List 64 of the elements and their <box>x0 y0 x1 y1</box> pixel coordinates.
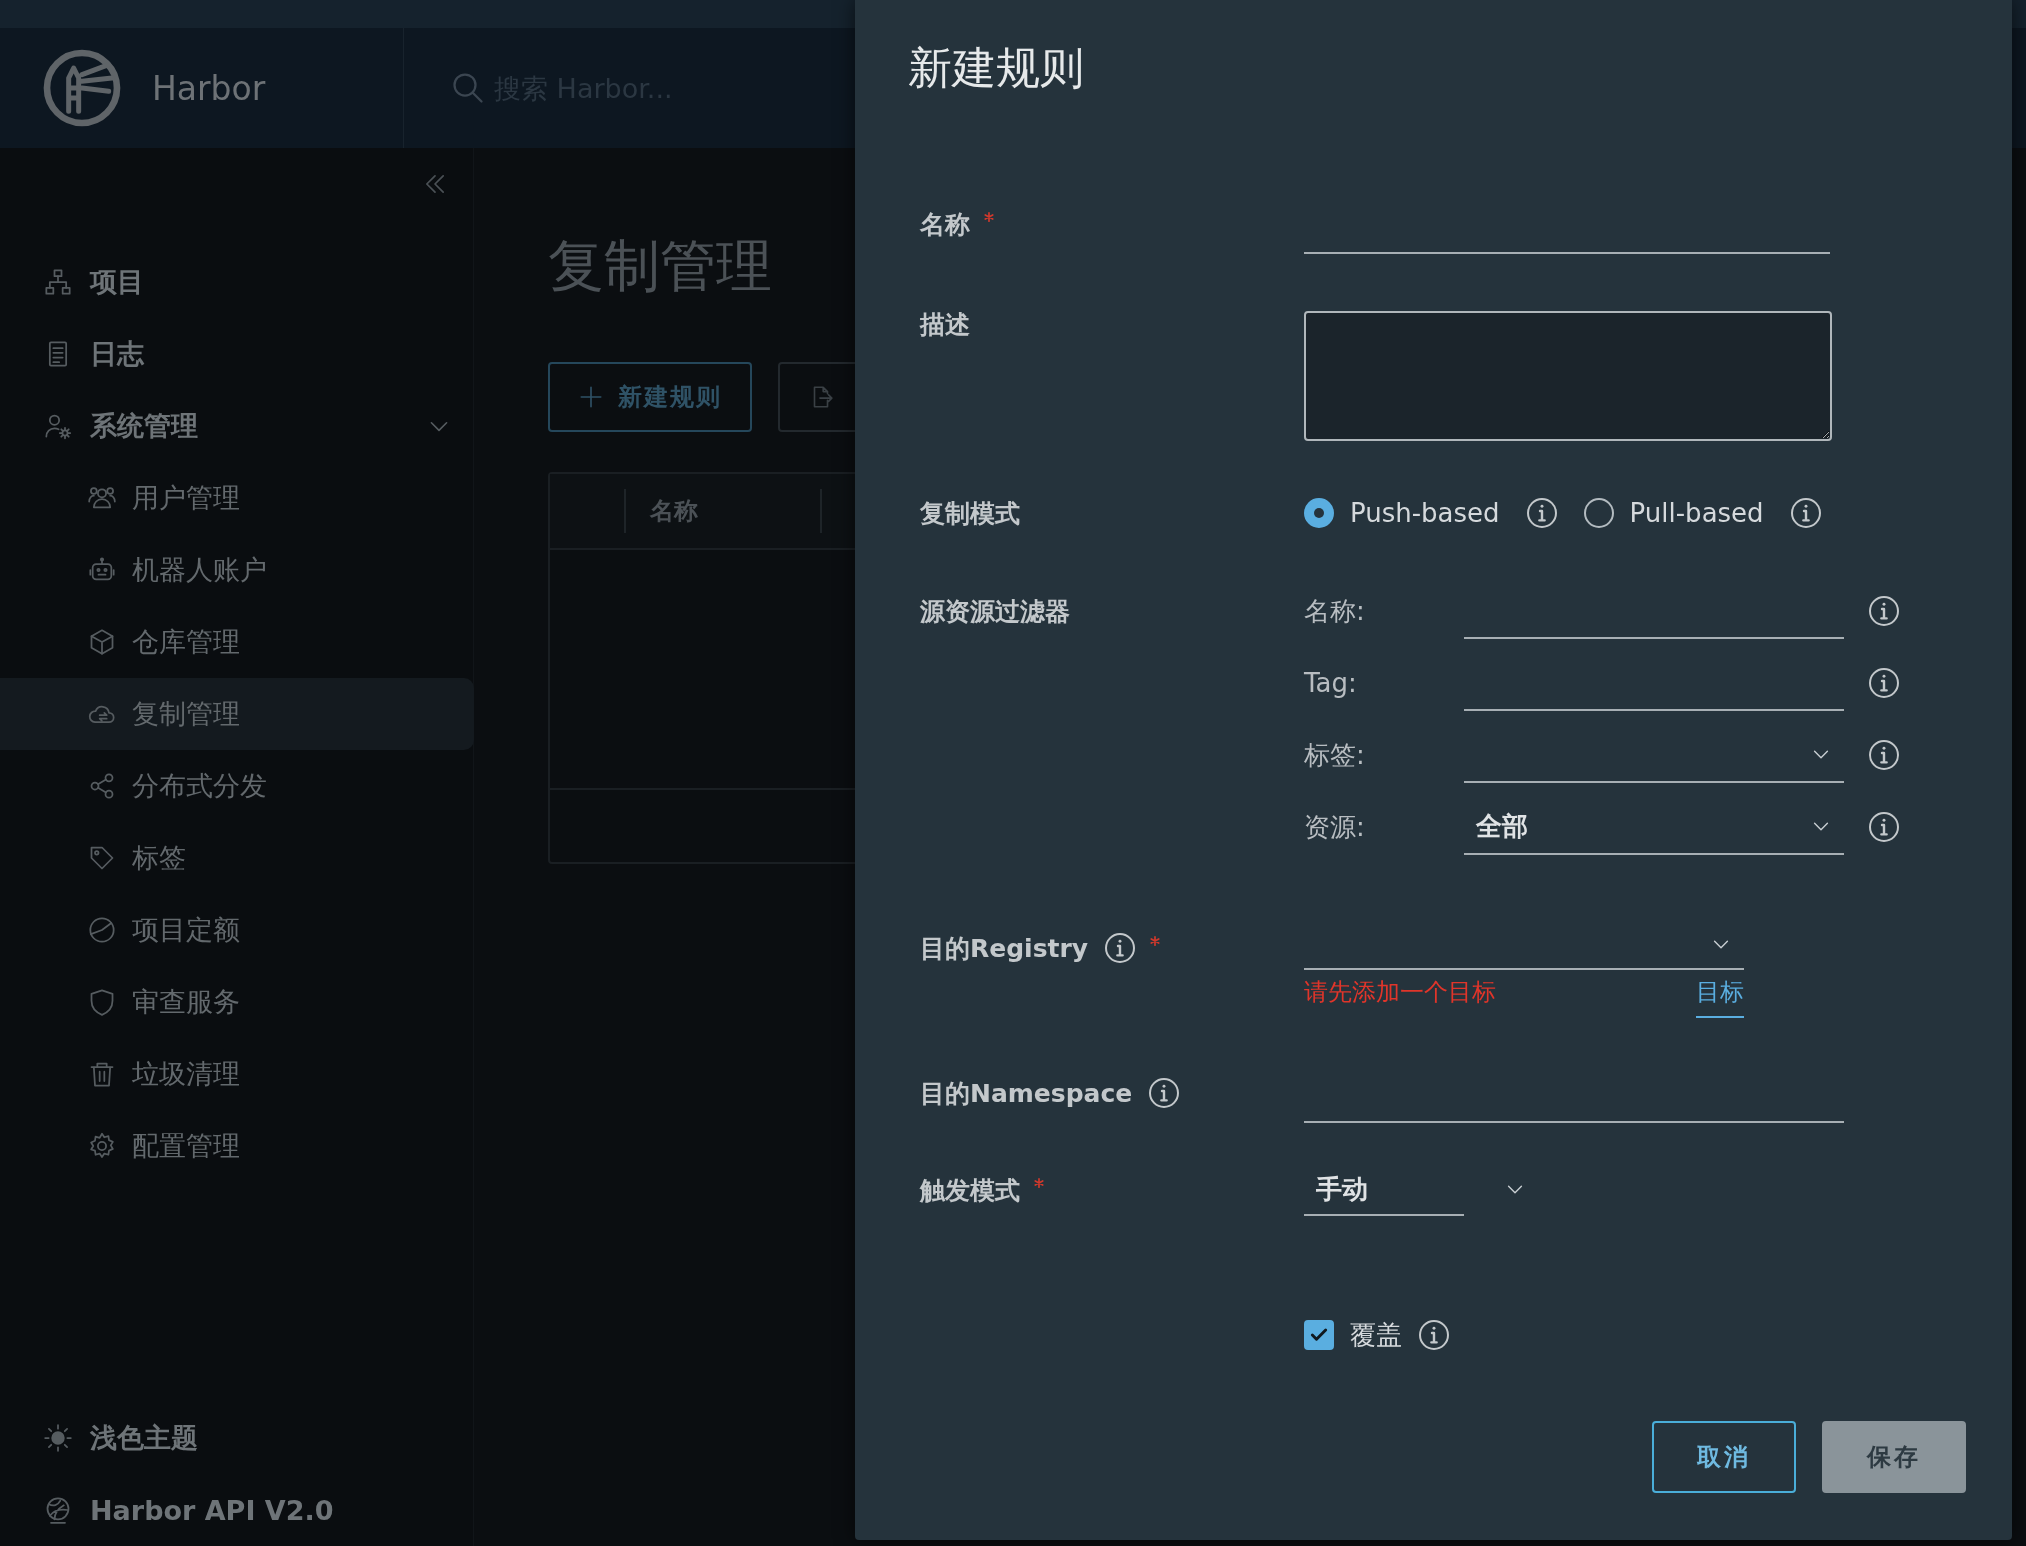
globe-icon <box>44 1496 72 1524</box>
filter-label: 标签: <box>1304 738 1366 772</box>
trash-icon <box>88 1060 116 1088</box>
select-field[interactable]: 全部 <box>1464 799 1844 855</box>
nav-item[interactable]: 机器人账户 <box>0 534 474 606</box>
page-title: 复制管理 <box>548 232 772 300</box>
nav-item[interactable]: 用户管理 <box>0 462 474 534</box>
lighthouse-logo-icon <box>42 48 122 128</box>
field-label: 触发模式 <box>918 1174 1020 1207</box>
info-icon <box>1789 497 1822 529</box>
nav-item[interactable]: 项目定额 <box>0 894 474 966</box>
info-icon <box>1868 595 1900 627</box>
nav-item[interactable]: 配置管理 <box>0 1110 474 1182</box>
app-name: Harbor <box>152 68 266 108</box>
nav-item[interactable]: 分布式分发 <box>0 750 474 822</box>
filter-label: 资源: <box>1304 810 1366 844</box>
filter-label: 名称: <box>1304 594 1366 628</box>
field-label: 目的Registry <box>919 932 1089 965</box>
nav-item[interactable]: 仓库管理 <box>0 606 474 678</box>
field-label: 源资源过滤器 <box>919 595 1070 628</box>
share-icon <box>88 772 116 800</box>
info-icon <box>1525 497 1558 529</box>
radio-button[interactable] <box>1583 498 1614 528</box>
column-header: 名称 <box>626 489 822 533</box>
field-label: 名称 <box>919 208 970 241</box>
cancel-button[interactable]: 取消 <box>1652 1421 1796 1493</box>
user-gear-icon <box>44 412 72 440</box>
radio-label: Push-based <box>1350 498 1500 528</box>
nav-item[interactable]: 项目 <box>0 246 474 318</box>
cube-icon <box>88 628 116 656</box>
radio-label: Pull-based <box>1629 498 1764 528</box>
settings-icon <box>88 1132 116 1160</box>
nav-item[interactable]: 复制管理 <box>0 678 474 750</box>
checkbox-label: 覆盖 <box>1350 1318 1402 1352</box>
sun-icon <box>44 1424 72 1452</box>
radio-button[interactable] <box>1304 498 1334 528</box>
field-label: 描述 <box>918 308 970 341</box>
target-link[interactable]: 目标 <box>1696 974 1744 1018</box>
shield-icon <box>88 988 116 1016</box>
filter-label: Tag: <box>1304 668 1358 698</box>
nav-item[interactable]: 日志 <box>0 318 474 390</box>
nav-item[interactable]: Harbor API V2.0 <box>0 1474 474 1546</box>
hierarchy-icon <box>44 268 72 296</box>
info-icon <box>1868 811 1900 843</box>
pie-chart-icon <box>88 916 116 944</box>
checkbox[interactable] <box>1304 1320 1334 1350</box>
nav-item[interactable]: 浅色主题 <box>0 1402 474 1474</box>
dropdown-field[interactable]: 手动 <box>1304 1162 1534 1216</box>
save-button: 保存 <box>1822 1421 1966 1493</box>
tag-icon <box>88 844 116 872</box>
search-icon <box>450 70 486 106</box>
new-rule-button[interactable]: 新建规则 <box>548 362 752 432</box>
nav-item[interactable]: 垃圾清理 <box>0 1038 474 1110</box>
field-label: 复制模式 <box>919 497 1020 530</box>
plus-icon <box>578 384 604 410</box>
text-area[interactable] <box>1304 311 1832 441</box>
nav-item[interactable]: 标签 <box>0 822 474 894</box>
nav-item[interactable]: 系统管理 <box>0 390 474 462</box>
error-message: 请先添加一个目标 <box>1304 977 1496 1008</box>
info-icon <box>1868 667 1900 699</box>
info-icon <box>1868 739 1900 771</box>
nav-item[interactable]: 审查服务 <box>0 966 474 1038</box>
field-label: 目的Namespace <box>919 1077 1133 1110</box>
dialog-title: 新建规则 <box>908 41 1085 95</box>
